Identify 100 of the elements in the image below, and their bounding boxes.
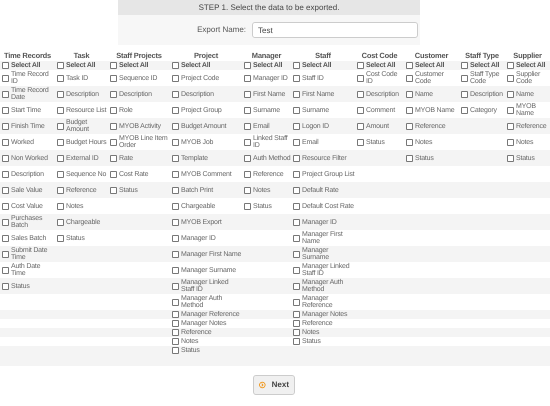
checkbox[interactable] [172,250,179,258]
checkbox[interactable] [172,154,179,162]
checkbox[interactable] [507,154,514,162]
checkbox[interactable] [110,170,117,178]
checkbox[interactable] [2,170,9,178]
checkbox[interactable] [507,122,514,130]
checkbox[interactable] [172,329,179,336]
checkbox[interactable] [172,202,179,210]
next-button[interactable]: Next [253,375,295,395]
checkbox[interactable] [293,320,300,327]
checkbox[interactable] [57,170,64,178]
checkbox[interactable] [293,74,300,82]
checkbox[interactable] [293,170,300,178]
checkbox[interactable] [110,138,117,146]
checkbox[interactable] [172,106,179,114]
checkbox[interactable] [357,90,364,98]
checkbox[interactable] [293,154,300,162]
checkbox[interactable] [110,122,117,130]
checkbox[interactable] [2,234,9,242]
checkbox[interactable] [293,62,300,69]
checkbox[interactable] [57,138,64,146]
checkbox[interactable] [507,62,514,69]
checkbox[interactable] [110,186,117,194]
checkbox[interactable] [461,62,468,69]
checkbox[interactable] [2,90,9,98]
checkbox[interactable] [172,266,179,274]
checkbox[interactable] [461,106,468,114]
checkbox[interactable] [244,186,251,194]
checkbox[interactable] [507,138,514,146]
checkbox[interactable] [172,234,179,242]
checkbox[interactable] [2,74,9,82]
checkbox[interactable] [293,234,300,242]
checkbox[interactable] [172,347,179,354]
checkbox[interactable] [357,138,364,146]
checkbox[interactable] [57,218,64,226]
checkbox[interactable] [406,138,413,146]
checkbox[interactable] [406,122,413,130]
checkbox[interactable] [172,186,179,194]
checkbox[interactable] [357,74,364,82]
checkbox[interactable] [57,234,64,242]
checkbox[interactable] [293,250,300,258]
checkbox[interactable] [172,170,179,178]
checkbox[interactable] [461,90,468,98]
checkbox[interactable] [57,74,64,82]
checkbox[interactable] [244,122,251,130]
checkbox[interactable] [2,250,9,258]
checkbox[interactable] [357,106,364,114]
checkbox[interactable] [172,320,179,327]
checkbox[interactable] [172,218,179,226]
checkbox[interactable] [244,138,251,146]
checkbox[interactable] [244,106,251,114]
checkbox[interactable] [293,138,300,146]
checkbox[interactable] [507,74,514,82]
checkbox[interactable] [293,329,300,336]
checkbox[interactable] [293,266,300,274]
checkbox[interactable] [2,122,9,130]
checkbox[interactable] [406,74,413,82]
checkbox[interactable] [2,202,9,210]
checkbox[interactable] [2,62,9,69]
checkbox[interactable] [172,282,179,290]
checkbox[interactable] [110,154,117,162]
checkbox[interactable] [2,106,9,114]
checkbox[interactable] [110,62,117,69]
checkbox[interactable] [57,122,64,130]
checkbox[interactable] [244,62,251,69]
checkbox[interactable] [172,311,179,318]
checkbox[interactable] [2,154,9,162]
checkbox[interactable] [406,62,413,69]
checkbox[interactable] [406,106,413,114]
checkbox[interactable] [2,282,9,290]
checkbox[interactable] [357,122,364,130]
checkbox[interactable] [2,138,9,146]
checkbox[interactable] [244,170,251,178]
checkbox[interactable] [293,282,300,290]
checkbox[interactable] [293,106,300,114]
checkbox[interactable] [406,90,413,98]
checkbox[interactable] [293,90,300,98]
checkbox[interactable] [293,338,300,345]
checkbox[interactable] [293,311,300,318]
checkbox[interactable] [57,202,64,210]
checkbox[interactable] [172,74,179,82]
checkbox[interactable] [110,74,117,82]
checkbox[interactable] [357,62,364,69]
checkbox[interactable] [110,106,117,114]
checkbox[interactable] [2,186,9,194]
export-name-field[interactable]: Test [252,22,418,38]
checkbox[interactable] [244,90,251,98]
checkbox[interactable] [293,298,300,306]
checkbox[interactable] [293,186,300,194]
checkbox[interactable] [57,90,64,98]
checkbox[interactable] [172,62,179,69]
checkbox[interactable] [172,338,179,345]
checkbox[interactable] [244,154,251,162]
checkbox[interactable] [57,106,64,114]
checkbox[interactable] [244,74,251,82]
checkbox[interactable] [172,122,179,130]
checkbox[interactable] [172,298,179,306]
checkbox[interactable] [507,106,514,114]
checkbox[interactable] [293,122,300,130]
checkbox[interactable] [57,154,64,162]
